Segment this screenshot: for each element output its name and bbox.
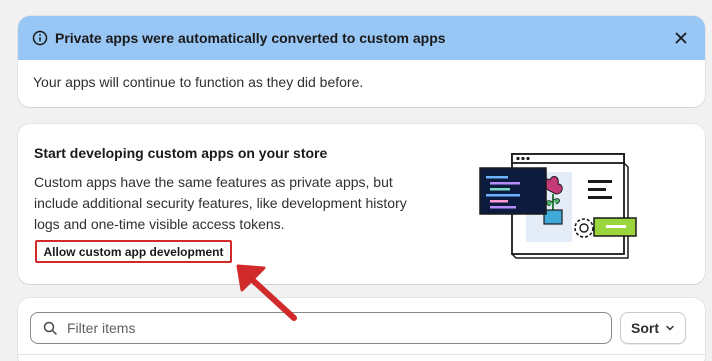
card-title: Start developing custom apps on your sto… [34, 145, 328, 161]
custom-apps-card: Start developing custom apps on your sto… [18, 124, 705, 284]
banner-title: Private apps were automatically converte… [55, 30, 446, 46]
sort-button[interactable]: Sort [620, 312, 686, 344]
allow-custom-app-development-button[interactable]: Allow custom app development [35, 240, 232, 263]
sort-label: Sort [631, 320, 659, 336]
banner-body: Your apps will continue to function as t… [33, 74, 364, 90]
close-icon[interactable] [671, 28, 691, 48]
divider [18, 354, 705, 355]
chevron-down-icon [665, 323, 675, 333]
filter-card: Sort [18, 298, 705, 361]
annotation-arrow-icon [236, 264, 297, 321]
card-description: Custom apps have the same features as pr… [34, 174, 407, 232]
developer-illustration [479, 153, 637, 259]
banner-header: Private apps were automatically converte… [18, 16, 705, 60]
search-icon [43, 321, 57, 335]
conversion-banner: Private apps were automatically converte… [18, 16, 705, 107]
search-field[interactable] [30, 312, 612, 344]
search-input[interactable] [67, 320, 599, 336]
info-icon [32, 30, 48, 46]
